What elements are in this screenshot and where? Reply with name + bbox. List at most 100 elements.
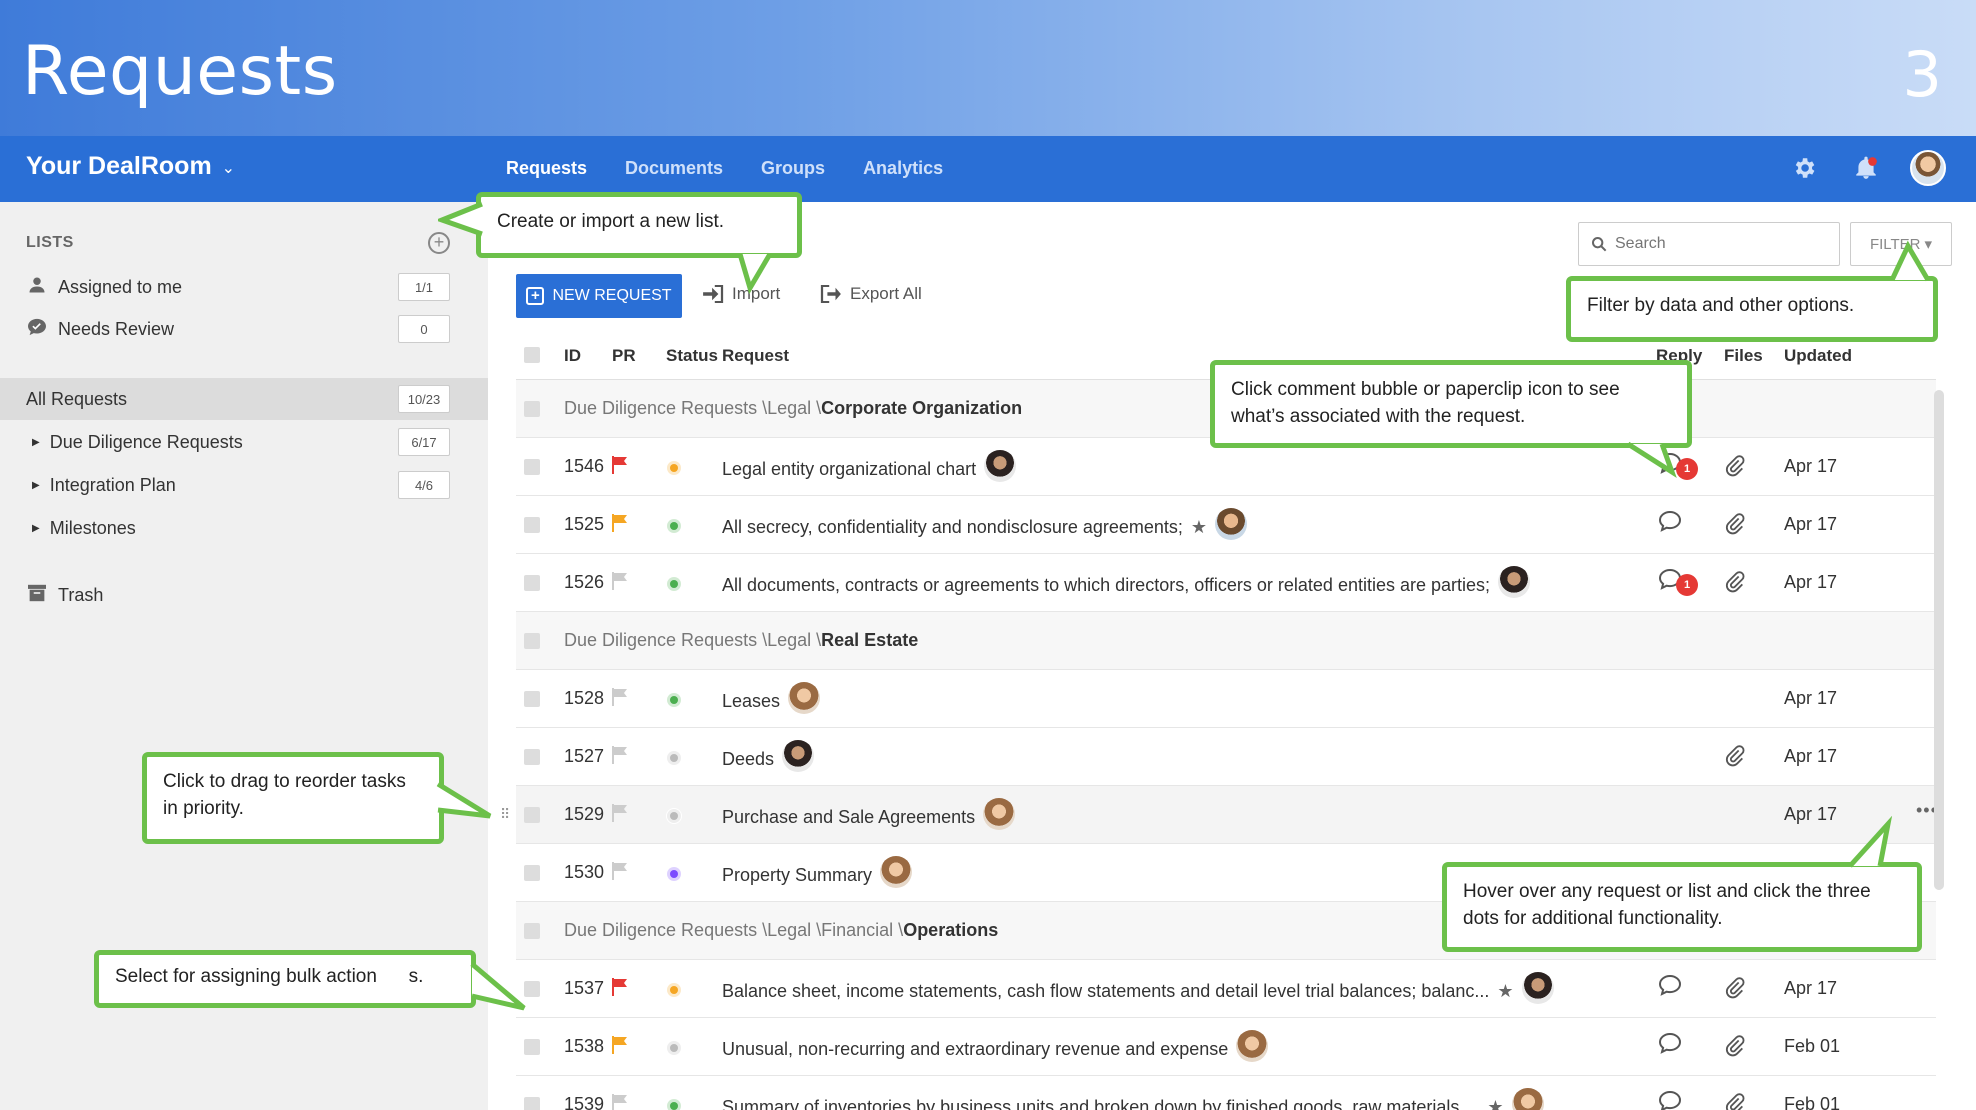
- sidebar-item-assigned[interactable]: Assigned to me 1/1: [0, 266, 488, 308]
- request-title[interactable]: Legal entity organizational chart: [722, 450, 1017, 482]
- priority-flag-icon[interactable]: [612, 688, 628, 711]
- paperclip-icon[interactable]: [1724, 570, 1746, 599]
- caret-right-icon[interactable]: ▶: [32, 523, 40, 534]
- drag-handle-icon[interactable]: ⠿: [500, 806, 510, 823]
- priority-flag-icon[interactable]: [612, 804, 628, 827]
- sidebar-item-due-diligence[interactable]: ▶ Due Diligence Requests 6/17: [0, 421, 488, 463]
- col-files[interactable]: Files: [1724, 346, 1763, 366]
- assignee-avatar[interactable]: [1215, 508, 1248, 540]
- new-request-button[interactable]: + NEW REQUEST: [516, 274, 682, 318]
- table-row[interactable]: 1525 All secrecy, confidentiality and non…: [516, 496, 1936, 554]
- table-row[interactable]: 1537 Balance sheet, income statements, ca…: [516, 960, 1936, 1018]
- row-checkbox[interactable]: [524, 865, 540, 881]
- priority-flag-icon[interactable]: [612, 862, 628, 885]
- star-icon[interactable]: ★: [1487, 1097, 1503, 1110]
- star-icon[interactable]: ★: [1191, 517, 1207, 538]
- paperclip-icon[interactable]: [1724, 976, 1746, 1005]
- assignee-avatar[interactable]: [1498, 566, 1531, 598]
- export-all-button[interactable]: Export All: [820, 284, 922, 304]
- table-row[interactable]: 1538 Unusual, non-recurring and extraordi…: [516, 1018, 1936, 1076]
- assignee-avatar[interactable]: [788, 682, 821, 714]
- gear-icon[interactable]: [1786, 150, 1822, 186]
- assignee-avatar[interactable]: [984, 450, 1017, 482]
- sidebar-item-trash[interactable]: Trash: [0, 574, 488, 616]
- table-row[interactable]: 1527 Deeds Apr 17: [516, 728, 1936, 786]
- scrollbar[interactable]: [1934, 390, 1944, 890]
- row-checkbox[interactable]: [524, 575, 540, 591]
- workspace-switcher[interactable]: Your DealRoom ⌄: [26, 152, 235, 181]
- request-title[interactable]: Summary of inventories by business units…: [722, 1088, 1544, 1110]
- row-checkbox[interactable]: [524, 1039, 540, 1055]
- assignee-avatar[interactable]: [1511, 1088, 1544, 1110]
- status-dot[interactable]: [666, 1040, 682, 1056]
- request-title[interactable]: All secrecy, confidentiality and nondisc…: [722, 508, 1248, 540]
- request-title[interactable]: Unusual, non-recurring and extraordinary…: [722, 1030, 1269, 1062]
- paperclip-icon[interactable]: [1724, 1034, 1746, 1063]
- col-updated[interactable]: Updated: [1784, 346, 1852, 366]
- priority-flag-icon[interactable]: [612, 1036, 628, 1059]
- bell-icon[interactable]: [1848, 150, 1884, 186]
- priority-flag-icon[interactable]: [612, 978, 628, 1001]
- star-icon[interactable]: ★: [1497, 981, 1513, 1002]
- status-dot[interactable]: [666, 982, 682, 998]
- row-checkbox[interactable]: [524, 807, 540, 823]
- tab-groups[interactable]: Groups: [761, 158, 825, 179]
- status-dot[interactable]: [666, 1098, 682, 1110]
- table-row[interactable]: 1528 Leases Apr 17: [516, 670, 1936, 728]
- table-row[interactable]: 1539 Summary of inventories by business u…: [516, 1076, 1936, 1110]
- request-title[interactable]: Property Summary: [722, 856, 913, 888]
- tab-analytics[interactable]: Analytics: [863, 158, 943, 179]
- table-row[interactable]: ⠿ 1529 Purchase and Sale Agreements Apr 17 •…: [500, 786, 1937, 844]
- row-checkbox[interactable]: [524, 1097, 540, 1110]
- row-checkbox[interactable]: [524, 923, 540, 939]
- comment-bubble-icon[interactable]: 1: [1658, 568, 1700, 598]
- col-request[interactable]: Request: [722, 346, 789, 366]
- status-dot[interactable]: [666, 808, 682, 824]
- request-title[interactable]: Leases: [722, 682, 821, 714]
- assignee-avatar[interactable]: [1236, 1030, 1269, 1062]
- assignee-avatar[interactable]: [983, 798, 1016, 830]
- paperclip-icon[interactable]: [1724, 512, 1746, 541]
- table-row[interactable]: 1526 All documents, contracts or agreemen…: [516, 554, 1936, 612]
- row-checkbox[interactable]: [524, 459, 540, 475]
- col-pr[interactable]: PR: [612, 346, 636, 366]
- status-dot[interactable]: [666, 866, 682, 882]
- select-all-checkbox[interactable]: [524, 347, 540, 363]
- sidebar-item-all-requests[interactable]: All Requests 10/23: [0, 378, 488, 420]
- priority-flag-icon[interactable]: [612, 746, 628, 769]
- row-checkbox[interactable]: [524, 749, 540, 765]
- row-checkbox[interactable]: [524, 691, 540, 707]
- priority-flag-icon[interactable]: [612, 572, 628, 595]
- comment-bubble-icon[interactable]: [1658, 510, 1700, 540]
- comment-bubble-icon[interactable]: [1658, 974, 1700, 1004]
- paperclip-icon[interactable]: [1724, 1092, 1746, 1110]
- assignee-avatar[interactable]: [1521, 972, 1554, 1004]
- row-checkbox[interactable]: [524, 517, 540, 533]
- request-title[interactable]: Deeds: [722, 740, 815, 772]
- request-title[interactable]: All documents, contracts or agreements t…: [722, 566, 1531, 598]
- sidebar-item-needs-review[interactable]: Needs Review 0: [0, 308, 488, 350]
- tab-documents[interactable]: Documents: [625, 158, 723, 179]
- row-checkbox[interactable]: [524, 633, 540, 649]
- assignee-avatar[interactable]: [880, 856, 913, 888]
- sidebar-item-milestones[interactable]: ▶ Milestones: [0, 507, 488, 549]
- search-input[interactable]: [1615, 235, 1815, 253]
- user-avatar[interactable]: [1910, 150, 1946, 186]
- comment-bubble-icon[interactable]: [1658, 1032, 1700, 1062]
- status-dot[interactable]: [666, 750, 682, 766]
- assignee-avatar[interactable]: [782, 740, 815, 772]
- status-dot[interactable]: [666, 576, 682, 592]
- comment-bubble-icon[interactable]: [1658, 1090, 1700, 1110]
- tab-requests[interactable]: Requests: [506, 158, 587, 179]
- status-dot[interactable]: [666, 692, 682, 708]
- paperclip-icon[interactable]: [1724, 744, 1746, 773]
- caret-right-icon[interactable]: ▶: [32, 437, 40, 448]
- request-title[interactable]: Balance sheet, income statements, cash f…: [722, 972, 1554, 1004]
- caret-right-icon[interactable]: ▶: [32, 480, 40, 491]
- priority-flag-icon[interactable]: [612, 456, 628, 479]
- sidebar-item-integration-plan[interactable]: ▶ Integration Plan 4/6: [0, 464, 488, 506]
- group-row[interactable]: Due Diligence Requests \Legal \Real Esta…: [516, 612, 1936, 670]
- priority-flag-icon[interactable]: [612, 1094, 628, 1110]
- col-id[interactable]: ID: [564, 346, 581, 366]
- request-title[interactable]: Purchase and Sale Agreements: [722, 798, 1016, 830]
